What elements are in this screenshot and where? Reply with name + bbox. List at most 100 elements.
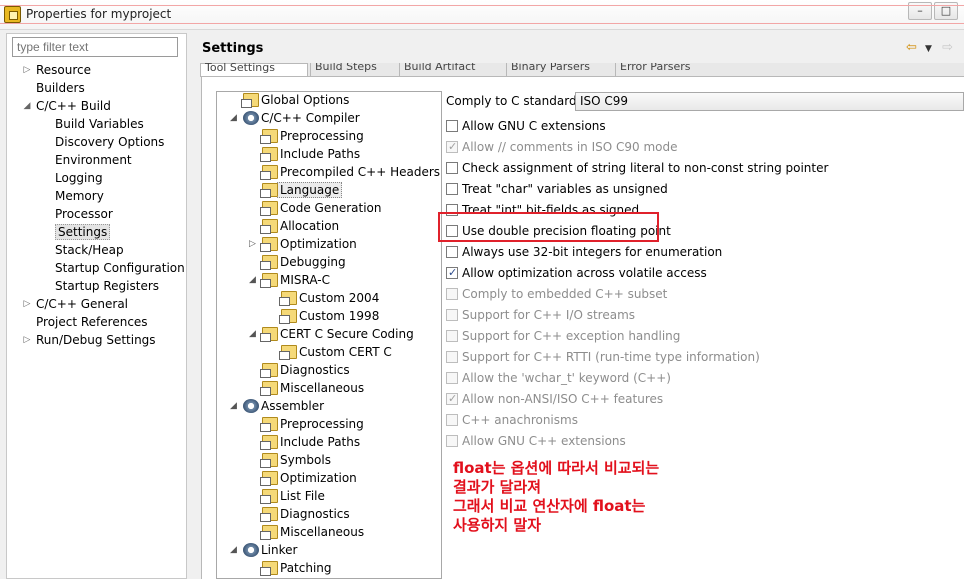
tree-item[interactable]: Preprocessing <box>260 128 364 145</box>
settings-folder-icon <box>260 417 278 432</box>
expand-arrow-icon[interactable]: ▷ <box>22 62 32 79</box>
tree-item[interactable]: Language <box>260 182 343 199</box>
nav-item-label: Processor <box>55 207 113 221</box>
tree-item[interactable]: Precompiled C++ Headers <box>260 164 440 181</box>
tree-item[interactable]: Include Paths <box>260 146 361 163</box>
settings-folder-icon <box>260 129 278 144</box>
filter-input[interactable] <box>12 37 178 57</box>
nav-item[interactable]: ◢ C/C++ Build <box>24 98 111 115</box>
checkbox-checked-icon[interactable] <box>446 264 458 282</box>
tree-item[interactable]: Diagnostics <box>260 506 350 523</box>
tree-item-label: CERT C Secure Coding <box>280 327 414 341</box>
checkbox-empty-icon <box>446 435 458 447</box>
checkbox-empty-icon <box>446 372 458 384</box>
highlight-box <box>438 212 659 242</box>
checkbox-empty-icon[interactable] <box>446 246 458 258</box>
tree-item[interactable]: ◢ CERT C Secure Coding <box>249 326 414 343</box>
tab[interactable]: Tool Settings <box>200 63 308 76</box>
tab[interactable]: Build Steps <box>310 63 398 76</box>
nav-item-label: Project References <box>36 315 148 329</box>
forward-arrow-icon[interactable]: ⇨ <box>942 40 953 55</box>
nav-item[interactable]: Builders <box>36 80 85 97</box>
tree-item[interactable]: ▷ Optimization <box>249 236 357 253</box>
expand-arrow-icon[interactable]: ▷ <box>249 236 256 253</box>
tree-item[interactable]: ◢ Linker <box>230 542 297 559</box>
nav-item[interactable]: Project References <box>36 314 148 331</box>
tab[interactable]: Binary Parsers <box>506 63 614 76</box>
tree-item[interactable]: Custom 2004 <box>279 290 379 307</box>
nav-item-label: Startup Registers <box>55 279 160 293</box>
tree-item[interactable]: Optimization <box>260 470 357 487</box>
settings-folder-icon <box>260 327 278 342</box>
tree-item[interactable]: Debugging <box>260 254 346 271</box>
tree-item-label: Code Generation <box>280 201 382 215</box>
nav-item[interactable]: Processor <box>55 206 113 223</box>
tree-item[interactable]: Code Generation <box>260 200 382 217</box>
expand-arrow-icon[interactable]: ◢ <box>230 398 237 415</box>
expand-arrow-icon[interactable]: ◢ <box>22 98 32 115</box>
dropdown-arrow-icon[interactable]: ▼ <box>925 44 932 54</box>
back-arrow-icon[interactable]: ⇦ <box>906 40 917 55</box>
nav-item[interactable]: Startup Registers <box>55 278 159 295</box>
checkbox-label: Treat "char" variables as unsigned <box>462 182 668 196</box>
expand-arrow-icon[interactable]: ◢ <box>249 326 256 343</box>
tree-item[interactable]: Allocation <box>260 218 340 235</box>
checkbox-label: Allow optimization across volatile acces… <box>462 266 707 280</box>
settings-folder-icon <box>260 507 278 522</box>
nav-item[interactable]: Stack/Heap <box>55 242 124 259</box>
checkbox-label: Allow // comments in ISO C90 mode <box>462 140 678 154</box>
nav-item[interactable]: Startup Configuration <box>55 260 185 277</box>
nav-item[interactable]: ▷ Run/Debug Settings <box>24 332 156 349</box>
tree-item[interactable]: List File <box>260 488 325 505</box>
expand-arrow-icon[interactable]: ◢ <box>230 542 237 559</box>
nav-item[interactable]: Environment <box>55 152 132 169</box>
tree-item[interactable]: Symbols <box>260 452 331 469</box>
settings-folder-icon <box>260 489 278 504</box>
tree-item[interactable]: Global Options <box>241 92 350 109</box>
checkbox-empty-icon <box>446 309 458 321</box>
tree-item-label: Global Options <box>261 93 350 107</box>
tree-item-label: Preprocessing <box>280 417 364 431</box>
tree-item[interactable]: ◢ Assembler <box>230 398 324 415</box>
tree-item[interactable]: Diagnostics <box>260 362 350 379</box>
tree-item[interactable]: Include Paths <box>260 434 360 451</box>
tree-item[interactable]: ◢ C/C++ Compiler <box>230 110 360 127</box>
tab[interactable]: Error Parsers <box>615 63 715 76</box>
expand-arrow-icon[interactable]: ◢ <box>230 110 237 127</box>
annotation-line: float는 옵션에 따라서 비교되는 <box>453 459 660 477</box>
tree-item[interactable]: Custom 1998 <box>279 308 379 325</box>
nav-item[interactable]: ▷ Resource <box>24 62 92 79</box>
tree-item[interactable]: ◢ MISRA-C <box>249 272 330 289</box>
tree-item[interactable]: Miscellaneous <box>260 524 364 541</box>
settings-folder-icon <box>260 183 278 198</box>
expand-arrow-icon[interactable]: ◢ <box>249 272 256 289</box>
checkbox-label: Allow non-ANSI/ISO C++ features <box>462 392 664 406</box>
expand-arrow-icon[interactable]: ▷ <box>22 332 32 349</box>
tree-item[interactable]: Preprocessing <box>260 416 364 433</box>
settings-folder-icon <box>260 201 278 216</box>
nav-item[interactable]: Discovery Options <box>55 134 164 151</box>
tree-item[interactable]: Miscellaneous <box>260 380 364 397</box>
nav-item-label: Environment <box>55 153 132 167</box>
comply-select[interactable]: ISO C99 <box>575 92 964 111</box>
settings-folder-icon <box>260 237 278 252</box>
settings-folder-icon <box>279 345 297 360</box>
tree-item-label: Include Paths <box>280 147 361 161</box>
settings-folder-icon <box>241 93 259 108</box>
annotation-line: 그래서 비교 연산자에 float는 <box>453 497 646 515</box>
tree-item[interactable]: Patching <box>260 560 332 577</box>
checkbox-empty-icon[interactable] <box>446 162 458 174</box>
nav-item[interactable]: Memory <box>55 188 104 205</box>
checkbox-label: C++ anachronisms <box>462 413 578 427</box>
nav-item[interactable]: Logging <box>55 170 103 187</box>
nav-item[interactable]: Build Variables <box>55 116 144 133</box>
expand-arrow-icon[interactable]: ▷ <box>22 296 32 313</box>
tab[interactable]: Build Artifact <box>399 63 505 76</box>
checkbox-empty-icon[interactable] <box>446 183 458 195</box>
checkbox-empty-icon[interactable] <box>446 120 458 132</box>
settings-folder-icon <box>260 561 278 576</box>
tree-item[interactable]: Custom CERT C <box>279 344 392 361</box>
nav-item[interactable]: Settings <box>55 224 111 241</box>
nav-item[interactable]: ▷ C/C++ General <box>24 296 128 313</box>
tree-item-label: Allocation <box>280 219 340 233</box>
